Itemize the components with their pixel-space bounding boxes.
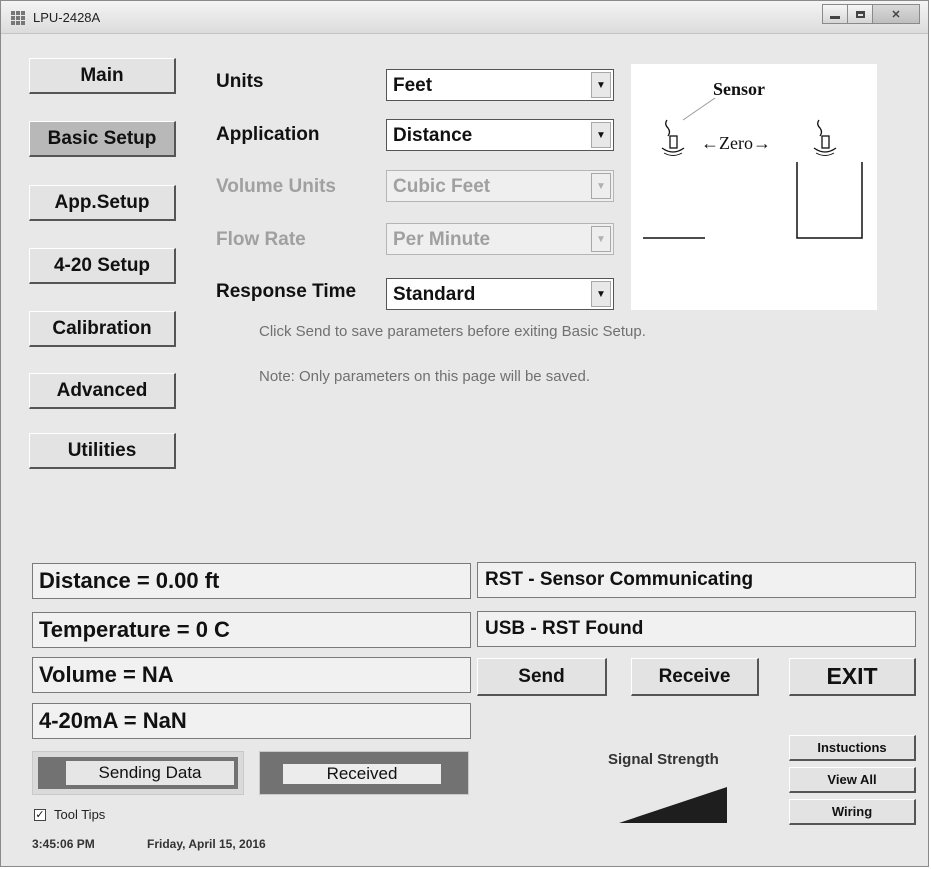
sensor-icon-left <box>661 119 685 156</box>
current-readout: 4-20mA = NaN <box>32 703 471 739</box>
sensor-icon-right <box>813 119 837 156</box>
minimize-button[interactable] <box>822 4 848 24</box>
nav-basic-setup-button[interactable]: Basic Setup <box>29 121 176 157</box>
sensor-status: RST - Sensor Communicating <box>477 562 916 598</box>
wiring-button[interactable]: Wiring <box>789 799 916 825</box>
sensor-diagram: Sensor ←Zero→ <box>631 64 877 310</box>
receive-button[interactable]: Receive <box>631 658 759 696</box>
sensor-label: Sensor <box>713 79 765 99</box>
app-icon <box>11 11 25 25</box>
application-select[interactable]: Distance ▼ <box>386 119 614 151</box>
chevron-down-icon[interactable]: ▼ <box>591 122 611 148</box>
sending-data-label: Sending Data <box>66 761 234 785</box>
send-note: Click Send to save parameters before exi… <box>259 323 646 340</box>
response-time-select[interactable]: Standard ▼ <box>386 278 614 310</box>
maximize-button[interactable] <box>847 4 873 24</box>
units-value: Feet <box>393 75 433 96</box>
window-title: LPU-2428A <box>33 10 101 25</box>
nav-app-setup-button[interactable]: App.Setup <box>29 185 176 221</box>
send-button[interactable]: Send <box>477 658 607 696</box>
volume-readout: Volume = NA <box>32 657 471 693</box>
response-time-value: Standard <box>393 284 476 305</box>
chevron-down-icon: ▼ <box>591 226 611 252</box>
close-button[interactable]: ✕ <box>872 4 920 24</box>
exit-button[interactable]: EXIT <box>789 658 916 696</box>
application-value: Distance <box>393 125 473 146</box>
signal-strength-icon <box>619 787 727 823</box>
application-label: Application <box>216 124 320 145</box>
nav-4-20-setup-button[interactable]: 4-20 Setup <box>29 248 176 284</box>
tooltips-checkbox[interactable]: ✓ <box>34 809 46 821</box>
zero-label: ←Zero→ <box>701 133 771 153</box>
minimize-icon <box>830 16 840 19</box>
check-icon: ✓ <box>35 809 45 821</box>
nav-utilities-button[interactable]: Utilities <box>29 433 176 469</box>
distance-readout: Distance = 0.00 ft <box>32 563 471 599</box>
signal-strength-label: Signal Strength <box>608 751 719 768</box>
flow-rate-select: Per Minute ▼ <box>386 223 614 255</box>
chevron-down-icon: ▼ <box>591 173 611 199</box>
volume-units-label: Volume Units <box>216 176 336 197</box>
volume-units-value: Cubic Feet <box>393 176 491 197</box>
sending-data-indicator: Sending Data <box>32 751 244 795</box>
tooltips-label: Tool Tips <box>54 807 106 822</box>
only-parameters-note: Note: Only parameters on this page will … <box>259 368 591 385</box>
chevron-down-icon[interactable]: ▼ <box>591 281 611 307</box>
instructions-button[interactable]: Instuctions <box>789 735 916 761</box>
chevron-down-icon[interactable]: ▼ <box>591 72 611 98</box>
nav-calibration-button[interactable]: Calibration <box>29 311 176 347</box>
received-indicator: Received <box>259 751 469 795</box>
nav-main-button[interactable]: Main <box>29 58 176 94</box>
units-select[interactable]: Feet ▼ <box>386 69 614 101</box>
received-label: Received <box>283 764 441 784</box>
volume-units-select: Cubic Feet ▼ <box>386 170 614 202</box>
title-bar: LPU-2428A ✕ <box>1 1 928 34</box>
units-label: Units <box>216 71 264 92</box>
date-display: Friday, April 15, 2016 <box>147 837 266 851</box>
response-time-label: Response Time <box>216 281 357 302</box>
view-all-button[interactable]: View All <box>789 767 916 793</box>
nav-advanced-button[interactable]: Advanced <box>29 373 176 409</box>
temperature-readout: Temperature = 0 C <box>32 612 471 648</box>
flow-rate-value: Per Minute <box>393 229 491 250</box>
time-display: 3:45:06 PM <box>32 837 95 851</box>
close-icon: ✕ <box>891 8 901 21</box>
usb-status: USB - RST Found <box>477 611 916 647</box>
flow-rate-label: Flow Rate <box>216 229 306 250</box>
maximize-icon <box>855 10 865 18</box>
app-window: LPU-2428A ✕ Main Basic Setup App.Setup 4… <box>0 0 929 867</box>
